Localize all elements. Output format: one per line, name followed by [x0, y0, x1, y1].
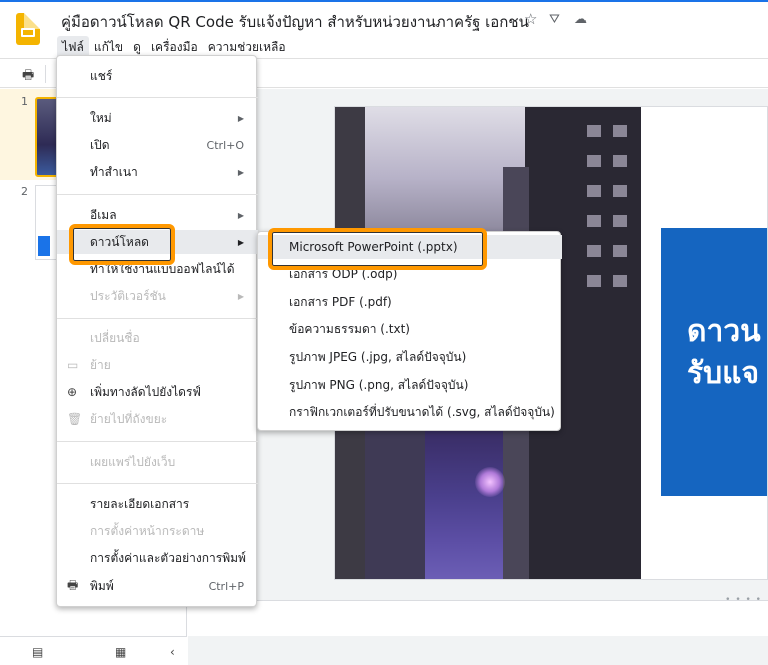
trash-icon: 🗑: [67, 412, 83, 426]
menu-divider: [57, 441, 258, 442]
title-box[interactable]: ดาวน รับแจ: [661, 228, 767, 496]
collapse-panel-icon[interactable]: ‹: [170, 645, 175, 659]
menu-divider: [57, 318, 258, 319]
filmstrip-bottom-bar: ▤ ▦ ‹: [0, 636, 187, 665]
menu-item-publish[interactable]: เผยแพร่ไปยังเว็บ: [57, 450, 258, 474]
grid-view-icon[interactable]: ▦: [115, 645, 126, 659]
cloud-status-icon[interactable]: ☁: [574, 12, 587, 27]
download-svg[interactable]: กราฟิกเวกเตอร์ที่ปรับขนาดได้ (.svg, สไลด…: [258, 400, 562, 424]
menu-item-print[interactable]: 🖶 พิมพ์ Ctrl+P: [57, 574, 258, 598]
menu-item-move[interactable]: ▭ ย้าย: [57, 353, 258, 377]
download-highlight-outline: [69, 224, 175, 265]
download-jpeg[interactable]: รูปภาพ JPEG (.jpg, สไลด์ปัจจุบัน): [258, 345, 562, 369]
filmstrip-view-icon[interactable]: ▤: [32, 645, 43, 659]
file-menu: แชร์ ใหม่ ▶ เปิด Ctrl+O ทำสำเนา ▶ อีเมล …: [56, 55, 258, 607]
menu-item-print-settings[interactable]: การตั้งค่าและตัวอย่างการพิมพ์: [57, 546, 258, 570]
top-accent-line: [0, 0, 768, 2]
slides-logo-icon[interactable]: [16, 13, 40, 45]
submenu-arrow-icon: ▶: [237, 113, 244, 123]
menu-item-share[interactable]: แชร์: [57, 64, 258, 88]
download-txt[interactable]: ข้อความธรรมดา (.txt): [258, 317, 562, 341]
slide-heading-line: รับแจ: [687, 356, 760, 391]
menu-item-rename[interactable]: เปลี่ยนชื่อ: [57, 326, 258, 350]
menu-item-add-shortcut[interactable]: ⊕ เพิ่มทางลัดไปยังไดรฟ์: [57, 380, 258, 404]
menu-item-open[interactable]: เปิด Ctrl+O: [57, 133, 258, 157]
move-to-drive-icon[interactable]: ⛛: [549, 12, 560, 27]
print-icon: 🖶: [67, 577, 79, 592]
submenu-arrow-icon: ▶: [237, 291, 244, 301]
menu-item-new[interactable]: ใหม่ ▶: [57, 106, 258, 130]
slide-heading-line: ดาวน: [687, 314, 761, 349]
document-title[interactable]: คู่มือดาวน์โหลด QR Code รับแจ้งปัญหา สำห…: [61, 10, 529, 34]
submenu-arrow-icon: ▶: [237, 237, 244, 247]
menu-item-details[interactable]: รายละเอียดเอกสาร: [57, 492, 258, 516]
slides-window: คู่มือดาวน์โหลด QR Code รับแจ้งปัญหา สำห…: [0, 0, 768, 665]
submenu-arrow-icon: ▶: [237, 167, 244, 177]
menu-item-version-history[interactable]: ประวัติเวอร์ชัน ▶: [57, 284, 258, 308]
menu-divider: [57, 97, 258, 98]
print-icon[interactable]: 🖶: [22, 66, 34, 88]
resize-handle-icon[interactable]: • • • •: [725, 595, 762, 605]
slide-number: 2: [21, 185, 28, 198]
submenu-arrow-icon: ▶: [237, 210, 244, 220]
slide-number: 1: [21, 95, 28, 108]
speaker-notes[interactable]: • • • •: [188, 595, 768, 636]
toolbar-divider: [45, 65, 46, 83]
add-to-drive-icon: ⊕: [67, 385, 78, 399]
star-icon[interactable]: ☆: [524, 10, 537, 28]
menu-divider: [57, 483, 258, 484]
download-pdf[interactable]: เอกสาร PDF (.pdf): [258, 290, 562, 314]
download-png[interactable]: รูปภาพ PNG (.png, สไลด์ปัจจุบัน): [258, 373, 562, 397]
menu-item-make-copy[interactable]: ทำสำเนา ▶: [57, 160, 258, 184]
folder-icon: ▭: [67, 358, 79, 372]
pptx-highlight-outline: [268, 228, 487, 270]
menu-divider: [57, 194, 258, 195]
menu-item-page-setup[interactable]: การตั้งค่าหน้ากระดาษ: [57, 519, 258, 543]
menu-item-trash[interactable]: 🗑 ย้ายไปที่ถังขยะ: [57, 407, 258, 431]
